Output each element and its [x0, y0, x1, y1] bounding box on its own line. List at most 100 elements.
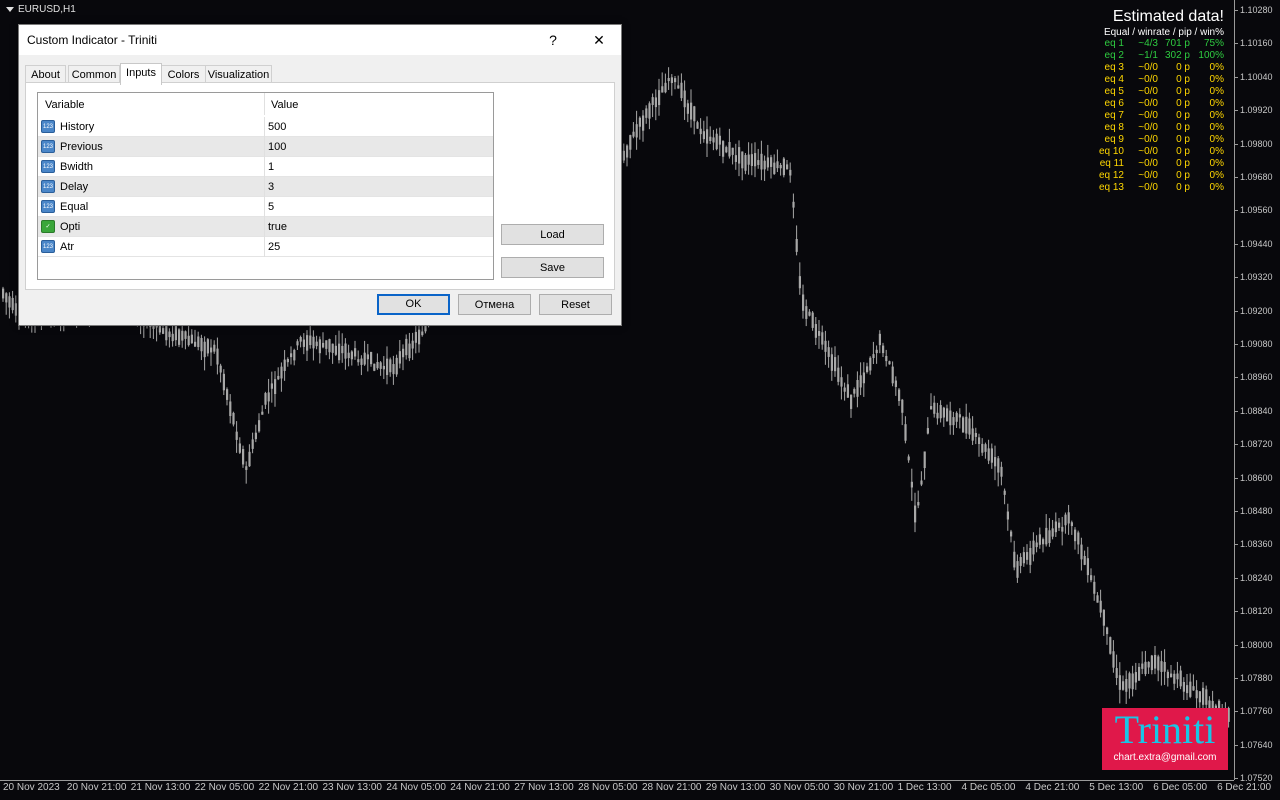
- integer-icon: 123: [41, 120, 55, 133]
- param-row[interactable]: 123 Delay 3: [38, 177, 493, 197]
- time-axis[interactable]: [0, 780, 1234, 781]
- param-row[interactable]: 123 Equal 5: [38, 197, 493, 217]
- ok-button[interactable]: OK: [377, 294, 450, 315]
- candle-body: [8, 296, 11, 308]
- candle-body: [725, 147, 728, 153]
- candle-body: [677, 85, 680, 89]
- candle-body: [843, 387, 846, 392]
- candle-body: [389, 359, 392, 373]
- cancel-button[interactable]: Отмена: [458, 294, 531, 315]
- param-value[interactable]: true: [268, 221, 287, 233]
- candle-body: [901, 399, 904, 413]
- param-row[interactable]: 123 Previous 100: [38, 137, 493, 157]
- candle-body: [1080, 544, 1083, 560]
- time-tick-label: 22 Nov 21:00: [258, 782, 319, 793]
- candle-body: [862, 372, 865, 384]
- price-tick-label: 1.08960: [1240, 372, 1273, 383]
- candle-body: [984, 444, 987, 452]
- candle-body: [866, 366, 869, 373]
- candle-body: [1182, 681, 1185, 692]
- save-button[interactable]: Save: [501, 257, 604, 278]
- candle-body: [350, 351, 353, 360]
- candle-body: [638, 117, 641, 127]
- candle-body: [210, 347, 213, 353]
- candle-body: [242, 449, 245, 465]
- price-tick-label: 1.08840: [1240, 405, 1273, 416]
- candle-body: [194, 341, 197, 347]
- candle-body: [933, 402, 936, 414]
- header-value[interactable]: Value: [271, 99, 298, 111]
- price-tick-label: 1.10280: [1240, 5, 1273, 15]
- param-row[interactable]: 123 History 500: [38, 117, 493, 137]
- candle-body: [418, 329, 421, 345]
- candle-body: [754, 153, 757, 167]
- param-row[interactable]: 123 Atr 25: [38, 237, 493, 257]
- reset-button[interactable]: Reset: [539, 294, 612, 315]
- candle-body: [277, 375, 280, 380]
- param-value[interactable]: 5: [268, 201, 274, 213]
- load-button[interactable]: Load: [501, 224, 604, 245]
- price-tick: [1234, 711, 1238, 713]
- param-row[interactable]: ✓ Opti true: [38, 217, 493, 237]
- estimated-pip: 701 p: [1164, 38, 1190, 49]
- estimated-eq: eq 3: [1104, 62, 1124, 73]
- param-value[interactable]: 500: [268, 121, 286, 133]
- candle-body: [1173, 673, 1176, 684]
- price-tick-label: 1.09560: [1240, 205, 1273, 216]
- candle-body: [923, 451, 926, 469]
- candle-body: [1058, 522, 1061, 528]
- dialog-titlebar[interactable]: Custom Indicator - Triniti ? ✕: [19, 25, 621, 55]
- help-button[interactable]: ?: [531, 25, 575, 55]
- param-value[interactable]: 25: [268, 241, 280, 253]
- price-tick: [1234, 344, 1238, 345]
- price-tick-label: 1.08600: [1240, 472, 1273, 483]
- candle-body: [997, 458, 1000, 473]
- candle-body: [936, 412, 939, 419]
- candle-body: [920, 480, 923, 485]
- param-row[interactable]: 123 Bwidth 1: [38, 157, 493, 177]
- candle-body: [744, 155, 747, 171]
- candle-body: [856, 380, 859, 397]
- candle-body: [1170, 673, 1173, 678]
- param-value[interactable]: 100: [268, 141, 286, 153]
- candle-body: [1019, 557, 1022, 566]
- estimated-row: eq 8 ~0/0 0 p 0%: [1074, 122, 1224, 134]
- candle-body: [1000, 466, 1003, 477]
- candle-body: [373, 363, 376, 371]
- estimated-pip: 0 p: [1176, 122, 1190, 133]
- candle-body: [226, 389, 229, 400]
- price-tick: [1234, 477, 1238, 479]
- candle-body: [312, 336, 315, 349]
- price-axis[interactable]: [1234, 0, 1280, 780]
- candle-body: [366, 354, 369, 360]
- header-variable[interactable]: Variable: [45, 99, 85, 111]
- candle-body: [341, 345, 344, 354]
- candle-body: [981, 443, 984, 453]
- candle-body: [11, 297, 14, 311]
- candle-body: [978, 437, 981, 445]
- candle-body: [1128, 673, 1131, 689]
- candle-body: [942, 407, 945, 418]
- candle-body: [667, 77, 670, 82]
- price-tick-label: 1.07880: [1240, 673, 1273, 683]
- price-tick: [1234, 43, 1238, 45]
- candle-body: [168, 331, 171, 338]
- candle-body: [190, 334, 193, 344]
- price-tick-label: 1.08240: [1240, 572, 1273, 583]
- param-value[interactable]: 1: [268, 161, 274, 173]
- candle-body: [318, 339, 321, 354]
- estimated-eq: eq 13: [1098, 182, 1124, 193]
- tab-inputs[interactable]: Inputs: [120, 63, 162, 85]
- param-value[interactable]: 3: [268, 181, 274, 193]
- close-button[interactable]: ✕: [577, 25, 621, 55]
- symbol-dropdown-icon[interactable]: [6, 6, 14, 12]
- estimated-win: 0%: [1209, 146, 1224, 157]
- symbol-label[interactable]: EURUSD,H1: [6, 4, 76, 15]
- estimated-win: 0%: [1209, 86, 1224, 97]
- candle-body: [824, 340, 827, 352]
- estimated-row: eq 6 ~0/0 0 p 0%: [1074, 98, 1224, 110]
- candle-body: [1054, 521, 1057, 533]
- estimated-row: eq 1 ~4/3 701 p 75%: [1074, 38, 1224, 50]
- candle-body: [786, 164, 789, 170]
- candle-body: [328, 339, 331, 353]
